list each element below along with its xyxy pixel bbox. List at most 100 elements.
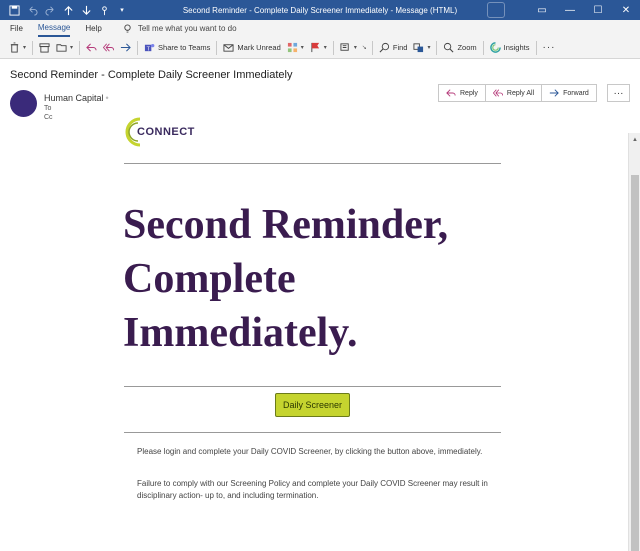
ribbon-separator bbox=[436, 40, 438, 55]
reply-icon bbox=[86, 43, 97, 52]
vertical-scrollbar[interactable]: ▲ bbox=[628, 133, 640, 551]
more-commands-button[interactable]: ··· bbox=[540, 39, 559, 57]
categorize-icon bbox=[287, 42, 297, 53]
headline-line: Complete bbox=[123, 256, 296, 302]
insights-icon bbox=[489, 42, 501, 53]
categorize-button[interactable]: ▾ bbox=[284, 39, 307, 57]
mark-unread-label: Mark Unread bbox=[237, 43, 281, 52]
cc-label: Cc bbox=[44, 114, 53, 121]
translate-button[interactable]: ▾ bbox=[410, 39, 433, 57]
body-paragraph: Please login and complete your Daily COV… bbox=[137, 447, 483, 456]
forward-label: Forward bbox=[563, 89, 589, 97]
share-to-teams-label: Share to Teams bbox=[158, 43, 211, 52]
chevron-down-icon: ▾ bbox=[323, 45, 327, 51]
insights-label: Insights bbox=[503, 43, 530, 52]
reply-label: Reply bbox=[460, 89, 478, 97]
chevron-down-icon: ▾ bbox=[427, 45, 431, 51]
ribbon-separator bbox=[482, 40, 484, 55]
ribbon-separator bbox=[32, 40, 34, 55]
to-label: To bbox=[44, 105, 52, 112]
reply-icon bbox=[446, 89, 456, 97]
ribbon-separator bbox=[137, 40, 139, 55]
more-actions-button[interactable]: ··· bbox=[607, 84, 630, 102]
more-icon: ··· bbox=[542, 42, 556, 53]
save-icon[interactable] bbox=[8, 4, 20, 16]
scroll-up-icon[interactable]: ▲ bbox=[629, 135, 640, 145]
forward-icon bbox=[120, 43, 131, 52]
follow-up-button[interactable]: ▾ bbox=[307, 39, 330, 57]
translate-icon bbox=[413, 43, 424, 53]
menu-file[interactable]: File bbox=[10, 20, 23, 37]
redo-icon[interactable] bbox=[44, 4, 56, 16]
chevron-down-icon: ▾ bbox=[353, 45, 357, 51]
headline: Second Reminder, Complete Immediately. bbox=[123, 198, 523, 360]
chevron-down-icon: ▾ bbox=[300, 45, 304, 51]
next-item-icon[interactable] bbox=[80, 4, 92, 16]
touch-mode-icon[interactable] bbox=[98, 4, 110, 16]
rules-button[interactable]: ▾ bbox=[337, 39, 360, 57]
reply-all-icon bbox=[492, 89, 503, 97]
body-paragraph: Failure to comply with our Screening Pol… bbox=[137, 479, 488, 500]
avatar[interactable] bbox=[10, 90, 37, 117]
forward-ribbon-button[interactable] bbox=[117, 39, 134, 57]
ribbon-display-icon[interactable]: ▭ bbox=[528, 0, 556, 20]
ribbon: ▾ ▾ T Share to Teams Mark Unread ▾ ▾ ▾ ↘ bbox=[0, 37, 640, 59]
insights-button[interactable]: Insights bbox=[487, 39, 533, 57]
minimize-icon[interactable]: — bbox=[556, 0, 584, 20]
presence-dot-icon: • bbox=[105, 93, 109, 103]
logo-text: CONNECT bbox=[137, 126, 195, 138]
ribbon-separator bbox=[535, 40, 537, 55]
reply-all-button[interactable]: Reply All bbox=[486, 85, 543, 101]
ribbon-expand-button[interactable]: ↘ bbox=[360, 39, 369, 57]
reply-ribbon-button[interactable] bbox=[83, 39, 100, 57]
menu-bar: File Message Help Tell me what you want … bbox=[0, 20, 640, 37]
zoom-icon bbox=[444, 42, 454, 53]
undo-icon[interactable] bbox=[26, 4, 38, 16]
tell-me-box[interactable]: Tell me what you want to do bbox=[123, 20, 237, 37]
find-label: Find bbox=[392, 43, 408, 52]
message-actions: Reply Reply All Forward bbox=[438, 84, 597, 102]
zoom-label: Zoom bbox=[457, 43, 477, 52]
search-icon bbox=[379, 42, 389, 53]
archive-button[interactable] bbox=[36, 39, 53, 57]
ribbon-separator bbox=[79, 40, 81, 55]
reply-all-icon bbox=[103, 43, 115, 52]
lightbulb-icon bbox=[124, 24, 131, 33]
forward-button[interactable]: Forward bbox=[542, 85, 596, 101]
delete-button[interactable]: ▾ bbox=[6, 39, 29, 57]
close-icon[interactable]: ✕ bbox=[612, 0, 640, 20]
mark-unread-button[interactable]: Mark Unread bbox=[220, 39, 283, 57]
chevron-down-icon: ▾ bbox=[70, 45, 74, 51]
menu-help[interactable]: Help bbox=[85, 20, 101, 37]
reply-all-ribbon-button[interactable] bbox=[100, 39, 117, 57]
archive-icon bbox=[39, 43, 50, 53]
chevron-down-icon: ▾ bbox=[23, 45, 27, 51]
forward-icon bbox=[549, 89, 559, 97]
previous-item-icon[interactable] bbox=[62, 4, 74, 16]
tell-me-label: Tell me what you want to do bbox=[137, 24, 237, 33]
ribbon-separator bbox=[216, 40, 218, 55]
find-button[interactable]: Find bbox=[376, 39, 411, 57]
folder-move-icon bbox=[56, 44, 67, 52]
reply-button[interactable]: Reply bbox=[439, 85, 486, 101]
share-to-teams-button[interactable]: T Share to Teams bbox=[141, 39, 213, 57]
title-bar: ▾ Second Reminder - Complete Daily Scree… bbox=[0, 0, 640, 20]
flag-icon bbox=[311, 42, 319, 53]
ribbon-separator bbox=[371, 40, 373, 55]
restore-icon[interactable]: ☐ bbox=[584, 0, 612, 20]
coauthoring-icon bbox=[487, 2, 505, 18]
ribbon-separator bbox=[332, 40, 334, 55]
headline-line: Second Reminder, bbox=[123, 202, 449, 248]
envelope-icon bbox=[223, 44, 234, 52]
menu-message[interactable]: Message bbox=[37, 20, 71, 37]
move-button[interactable]: ▾ bbox=[53, 39, 76, 57]
zoom-button[interactable]: Zoom bbox=[440, 39, 479, 57]
headline-line: Immediately. bbox=[123, 310, 358, 356]
customize-toolbar-icon[interactable]: ▾ bbox=[116, 4, 128, 16]
rules-icon bbox=[340, 43, 349, 51]
sender-name[interactable]: Human Capital • bbox=[44, 93, 109, 103]
scroll-thumb[interactable] bbox=[631, 175, 639, 551]
divider bbox=[124, 432, 501, 433]
reply-all-label: Reply All bbox=[506, 89, 535, 97]
daily-screener-button[interactable]: Daily Screener bbox=[275, 393, 350, 417]
